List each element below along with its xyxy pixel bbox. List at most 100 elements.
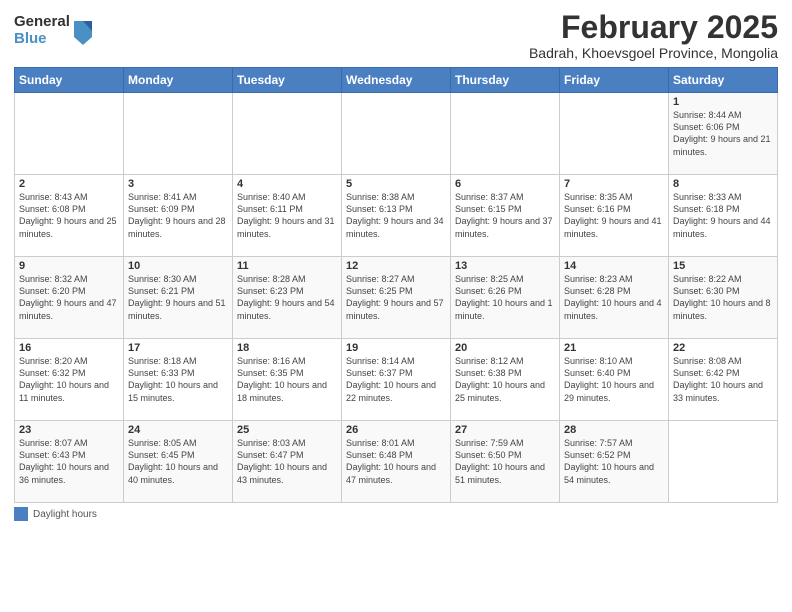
day-info: Sunrise: 8:22 AM Sunset: 6:30 PM Dayligh… xyxy=(673,273,773,322)
day-info: Sunrise: 8:41 AM Sunset: 6:09 PM Dayligh… xyxy=(128,191,228,240)
day-number: 23 xyxy=(19,424,119,436)
day-number: 15 xyxy=(673,260,773,272)
day-number: 1 xyxy=(673,96,773,108)
logo-text: General Blue xyxy=(14,14,70,47)
calendar-cell: 25Sunrise: 8:03 AM Sunset: 6:47 PM Dayli… xyxy=(233,421,342,503)
footer-label: Daylight hours xyxy=(33,509,97,520)
day-info: Sunrise: 8:32 AM Sunset: 6:20 PM Dayligh… xyxy=(19,273,119,322)
day-number: 3 xyxy=(128,178,228,190)
day-info: Sunrise: 8:25 AM Sunset: 6:26 PM Dayligh… xyxy=(455,273,555,322)
calendar-cell: 11Sunrise: 8:28 AM Sunset: 6:23 PM Dayli… xyxy=(233,257,342,339)
day-info: Sunrise: 8:16 AM Sunset: 6:35 PM Dayligh… xyxy=(237,355,337,404)
day-number: 13 xyxy=(455,260,555,272)
day-info: Sunrise: 8:43 AM Sunset: 6:08 PM Dayligh… xyxy=(19,191,119,240)
calendar-cell: 1Sunrise: 8:44 AM Sunset: 6:06 PM Daylig… xyxy=(669,93,778,175)
calendar-week-row: 2Sunrise: 8:43 AM Sunset: 6:08 PM Daylig… xyxy=(15,175,778,257)
day-number: 21 xyxy=(564,342,664,354)
calendar-cell xyxy=(451,93,560,175)
day-info: Sunrise: 8:07 AM Sunset: 6:43 PM Dayligh… xyxy=(19,437,119,486)
page-container: General Blue February 2025 Badrah, Khoev… xyxy=(0,0,792,529)
calendar-cell xyxy=(124,93,233,175)
day-number: 26 xyxy=(346,424,446,436)
month-title: February 2025 xyxy=(529,10,778,45)
footer: Daylight hours xyxy=(14,507,778,521)
calendar-cell: 9Sunrise: 8:32 AM Sunset: 6:20 PM Daylig… xyxy=(15,257,124,339)
day-number: 11 xyxy=(237,260,337,272)
day-info: Sunrise: 8:23 AM Sunset: 6:28 PM Dayligh… xyxy=(564,273,664,322)
day-info: Sunrise: 8:33 AM Sunset: 6:18 PM Dayligh… xyxy=(673,191,773,240)
logo-blue: Blue xyxy=(14,31,70,48)
day-number: 18 xyxy=(237,342,337,354)
calendar-cell: 10Sunrise: 8:30 AM Sunset: 6:21 PM Dayli… xyxy=(124,257,233,339)
day-info: Sunrise: 8:27 AM Sunset: 6:25 PM Dayligh… xyxy=(346,273,446,322)
calendar-cell xyxy=(342,93,451,175)
calendar-cell: 16Sunrise: 8:20 AM Sunset: 6:32 PM Dayli… xyxy=(15,339,124,421)
calendar-cell: 13Sunrise: 8:25 AM Sunset: 6:26 PM Dayli… xyxy=(451,257,560,339)
day-info: Sunrise: 8:01 AM Sunset: 6:48 PM Dayligh… xyxy=(346,437,446,486)
calendar-cell: 28Sunrise: 7:57 AM Sunset: 6:52 PM Dayli… xyxy=(560,421,669,503)
day-number: 12 xyxy=(346,260,446,272)
day-info: Sunrise: 7:59 AM Sunset: 6:50 PM Dayligh… xyxy=(455,437,555,486)
calendar-cell: 12Sunrise: 8:27 AM Sunset: 6:25 PM Dayli… xyxy=(342,257,451,339)
day-info: Sunrise: 8:05 AM Sunset: 6:45 PM Dayligh… xyxy=(128,437,228,486)
calendar-cell: 15Sunrise: 8:22 AM Sunset: 6:30 PM Dayli… xyxy=(669,257,778,339)
calendar-cell xyxy=(669,421,778,503)
day-info: Sunrise: 8:44 AM Sunset: 6:06 PM Dayligh… xyxy=(673,109,773,158)
day-info: Sunrise: 8:08 AM Sunset: 6:42 PM Dayligh… xyxy=(673,355,773,404)
calendar-cell xyxy=(15,93,124,175)
calendar-week-row: 16Sunrise: 8:20 AM Sunset: 6:32 PM Dayli… xyxy=(15,339,778,421)
daylight-box xyxy=(14,507,28,521)
day-info: Sunrise: 8:03 AM Sunset: 6:47 PM Dayligh… xyxy=(237,437,337,486)
day-number: 7 xyxy=(564,178,664,190)
header-row: General Blue February 2025 Badrah, Khoev… xyxy=(14,10,778,61)
calendar-cell: 21Sunrise: 8:10 AM Sunset: 6:40 PM Dayli… xyxy=(560,339,669,421)
calendar-cell: 14Sunrise: 8:23 AM Sunset: 6:28 PM Dayli… xyxy=(560,257,669,339)
calendar-cell xyxy=(233,93,342,175)
calendar-week-row: 1Sunrise: 8:44 AM Sunset: 6:06 PM Daylig… xyxy=(15,93,778,175)
day-number: 24 xyxy=(128,424,228,436)
weekday-header: Wednesday xyxy=(342,68,451,93)
day-number: 14 xyxy=(564,260,664,272)
day-number: 5 xyxy=(346,178,446,190)
day-number: 8 xyxy=(673,178,773,190)
calendar-header-row: SundayMondayTuesdayWednesdayThursdayFrid… xyxy=(15,68,778,93)
title-block: February 2025 Badrah, Khoevsgoel Provinc… xyxy=(529,10,778,61)
day-number: 25 xyxy=(237,424,337,436)
calendar-cell: 26Sunrise: 8:01 AM Sunset: 6:48 PM Dayli… xyxy=(342,421,451,503)
day-info: Sunrise: 8:38 AM Sunset: 6:13 PM Dayligh… xyxy=(346,191,446,240)
day-info: Sunrise: 8:37 AM Sunset: 6:15 PM Dayligh… xyxy=(455,191,555,240)
calendar-cell xyxy=(560,93,669,175)
calendar-cell: 6Sunrise: 8:37 AM Sunset: 6:15 PM Daylig… xyxy=(451,175,560,257)
day-info: Sunrise: 8:10 AM Sunset: 6:40 PM Dayligh… xyxy=(564,355,664,404)
day-number: 2 xyxy=(19,178,119,190)
weekday-header: Saturday xyxy=(669,68,778,93)
day-number: 20 xyxy=(455,342,555,354)
calendar-table: SundayMondayTuesdayWednesdayThursdayFrid… xyxy=(14,67,778,503)
calendar-cell: 18Sunrise: 8:16 AM Sunset: 6:35 PM Dayli… xyxy=(233,339,342,421)
calendar-cell: 22Sunrise: 8:08 AM Sunset: 6:42 PM Dayli… xyxy=(669,339,778,421)
day-info: Sunrise: 8:20 AM Sunset: 6:32 PM Dayligh… xyxy=(19,355,119,404)
day-number: 28 xyxy=(564,424,664,436)
calendar-week-row: 9Sunrise: 8:32 AM Sunset: 6:20 PM Daylig… xyxy=(15,257,778,339)
day-info: Sunrise: 8:18 AM Sunset: 6:33 PM Dayligh… xyxy=(128,355,228,404)
day-number: 19 xyxy=(346,342,446,354)
day-info: Sunrise: 8:12 AM Sunset: 6:38 PM Dayligh… xyxy=(455,355,555,404)
calendar-week-row: 23Sunrise: 8:07 AM Sunset: 6:43 PM Dayli… xyxy=(15,421,778,503)
location-title: Badrah, Khoevsgoel Province, Mongolia xyxy=(529,45,778,61)
day-info: Sunrise: 8:30 AM Sunset: 6:21 PM Dayligh… xyxy=(128,273,228,322)
day-number: 16 xyxy=(19,342,119,354)
logo-icon xyxy=(72,17,94,45)
calendar-cell: 5Sunrise: 8:38 AM Sunset: 6:13 PM Daylig… xyxy=(342,175,451,257)
day-number: 9 xyxy=(19,260,119,272)
day-number: 10 xyxy=(128,260,228,272)
weekday-header: Friday xyxy=(560,68,669,93)
calendar-cell: 4Sunrise: 8:40 AM Sunset: 6:11 PM Daylig… xyxy=(233,175,342,257)
weekday-header: Thursday xyxy=(451,68,560,93)
day-number: 22 xyxy=(673,342,773,354)
calendar-cell: 3Sunrise: 8:41 AM Sunset: 6:09 PM Daylig… xyxy=(124,175,233,257)
day-number: 6 xyxy=(455,178,555,190)
day-info: Sunrise: 8:14 AM Sunset: 6:37 PM Dayligh… xyxy=(346,355,446,404)
logo: General Blue xyxy=(14,14,94,47)
day-info: Sunrise: 8:28 AM Sunset: 6:23 PM Dayligh… xyxy=(237,273,337,322)
day-number: 17 xyxy=(128,342,228,354)
